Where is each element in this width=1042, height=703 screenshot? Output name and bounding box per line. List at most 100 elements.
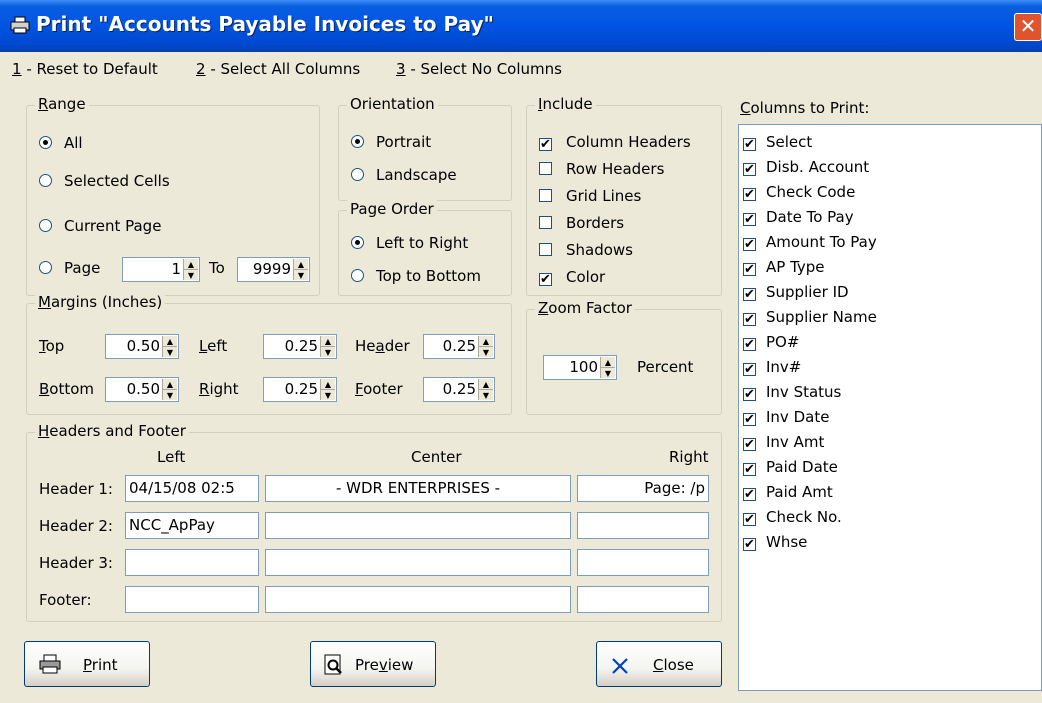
column-checkbox[interactable]: ✔ <box>743 213 756 226</box>
column-checkbox[interactable]: ✔ <box>743 363 756 376</box>
left-margin-spinner[interactable]: 0.25 ▲ ▼ <box>263 334 337 359</box>
range-all-option[interactable]: All <box>39 134 83 152</box>
landscape-option[interactable]: Landscape <box>351 166 457 184</box>
include-shadows[interactable]: Shadows <box>539 241 633 259</box>
list-item[interactable]: ✔ Inv Date <box>743 408 829 426</box>
radio-left-to-right[interactable] <box>351 236 364 249</box>
list-item[interactable]: ✔ PO# <box>743 333 799 351</box>
checkbox-shadows[interactable] <box>539 243 552 256</box>
radio-portrait[interactable] <box>351 135 364 148</box>
preview-button[interactable]: Preview <box>310 641 436 687</box>
spin-down-icon[interactable]: ▼ <box>321 347 335 358</box>
checkbox-grid-lines[interactable] <box>539 189 552 202</box>
column-checkbox[interactable]: ✔ <box>743 413 756 426</box>
include-borders[interactable]: Borders <box>539 214 624 232</box>
right-margin-spinner[interactable]: 0.25 ▲ ▼ <box>263 377 337 402</box>
radio-selected-cells[interactable] <box>39 174 52 187</box>
spin-up-icon[interactable]: ▲ <box>294 259 308 270</box>
menu-reset-to-default[interactable]: 1 - Reset to Default <box>12 60 158 78</box>
left-to-right-option[interactable]: Left to Right <box>351 234 468 252</box>
list-item[interactable]: ✔ Check Code <box>743 183 855 201</box>
list-item[interactable]: ✔ Paid Date <box>743 458 838 476</box>
list-item[interactable]: ✔ AP Type <box>743 258 825 276</box>
column-checkbox[interactable]: ✔ <box>743 313 756 326</box>
radio-top-to-bottom[interactable] <box>351 269 364 282</box>
column-checkbox[interactable]: ✔ <box>743 388 756 401</box>
footer-right-input[interactable] <box>577 586 709 613</box>
range-page-option[interactable]: Page <box>39 259 100 277</box>
close-window-button[interactable]: ✕ <box>1014 13 1042 41</box>
list-item[interactable]: ✔ Amount To Pay <box>743 233 877 251</box>
top-margin-spinner[interactable]: 0.50 ▲ ▼ <box>105 334 179 359</box>
spin-up-icon[interactable]: ▲ <box>479 336 493 347</box>
page-to-spinner[interactable]: 9999 ▲ ▼ <box>237 257 310 282</box>
radio-landscape[interactable] <box>351 168 364 181</box>
column-checkbox[interactable]: ✔ <box>743 138 756 151</box>
column-checkbox[interactable]: ✔ <box>743 263 756 276</box>
column-checkbox[interactable]: ✔ <box>743 288 756 301</box>
column-checkbox[interactable]: ✔ <box>743 238 756 251</box>
header-1-right-input[interactable]: Page: /p <box>577 475 709 502</box>
column-checkbox[interactable]: ✔ <box>743 163 756 176</box>
radio-current-page[interactable] <box>39 219 52 232</box>
header-margin-spinner[interactable]: 0.25 ▲ ▼ <box>423 334 495 359</box>
footer-center-input[interactable] <box>265 586 571 613</box>
print-button[interactable]: Print <box>24 641 150 687</box>
list-item[interactable]: ✔ Inv Status <box>743 383 841 401</box>
range-selected-cells-option[interactable]: Selected Cells <box>39 172 170 190</box>
spin-up-icon[interactable]: ▲ <box>163 379 177 390</box>
list-item[interactable]: ✔ Inv# <box>743 358 801 376</box>
checkbox-borders[interactable] <box>539 216 552 229</box>
checkbox-column-headers[interactable]: ✔ <box>539 138 552 151</box>
column-checkbox[interactable]: ✔ <box>743 513 756 526</box>
spin-down-icon[interactable]: ▼ <box>163 347 177 358</box>
header-1-left-input[interactable]: 04/15/08 02:5 <box>125 475 259 502</box>
list-item[interactable]: ✔ Check No. <box>743 508 842 526</box>
spin-up-icon[interactable]: ▲ <box>163 336 177 347</box>
footer-margin-spinner[interactable]: 0.25 ▲ ▼ <box>423 377 495 402</box>
include-row-headers[interactable]: Row Headers <box>539 160 664 178</box>
menu-select-all-columns[interactable]: 2 - Select All Columns <box>196 60 360 78</box>
spin-up-icon[interactable]: ▲ <box>321 336 335 347</box>
include-color[interactable]: ✔ Color <box>539 268 605 286</box>
list-item[interactable]: ✔ Date To Pay <box>743 208 854 226</box>
top-to-bottom-option[interactable]: Top to Bottom <box>351 267 481 285</box>
spin-down-icon[interactable]: ▼ <box>184 270 198 281</box>
page-from-spinner[interactable]: 1 ▲ ▼ <box>122 257 200 282</box>
header-3-right-input[interactable] <box>577 549 709 576</box>
footer-left-input[interactable] <box>125 586 259 613</box>
header-2-left-input[interactable]: NCC_ApPay <box>125 512 259 539</box>
spin-up-icon[interactable]: ▲ <box>321 379 335 390</box>
list-item[interactable]: ✔ Paid Amt <box>743 483 833 501</box>
spin-up-icon[interactable]: ▲ <box>601 357 615 368</box>
column-checkbox[interactable]: ✔ <box>743 488 756 501</box>
column-checkbox[interactable]: ✔ <box>743 538 756 551</box>
list-item[interactable]: ✔ Inv Amt <box>743 433 824 451</box>
checkbox-color[interactable]: ✔ <box>539 273 552 286</box>
list-item[interactable]: ✔ Whse <box>743 533 807 551</box>
radio-page[interactable] <box>39 261 52 274</box>
list-item[interactable]: ✔ Select <box>743 133 812 151</box>
columns-list[interactable]: ✔ Select ✔ Disb. Account ✔ Check Code ✔ Date… <box>738 124 1042 691</box>
spin-down-icon[interactable]: ▼ <box>163 390 177 401</box>
spin-up-icon[interactable]: ▲ <box>184 259 198 270</box>
list-item[interactable]: ✔ Disb. Account <box>743 158 869 176</box>
column-checkbox[interactable]: ✔ <box>743 188 756 201</box>
spin-down-icon[interactable]: ▼ <box>479 347 493 358</box>
column-checkbox[interactable]: ✔ <box>743 438 756 451</box>
checkbox-row-headers[interactable] <box>539 162 552 175</box>
column-checkbox[interactable]: ✔ <box>743 463 756 476</box>
header-3-center-input[interactable] <box>265 549 571 576</box>
spin-down-icon[interactable]: ▼ <box>601 368 615 379</box>
bottom-margin-spinner[interactable]: 0.50 ▲ ▼ <box>105 377 179 402</box>
spin-up-icon[interactable]: ▲ <box>479 379 493 390</box>
header-2-center-input[interactable] <box>265 512 571 539</box>
list-item[interactable]: ✔ Supplier ID <box>743 283 849 301</box>
close-button[interactable]: Close <box>596 641 722 687</box>
radio-all[interactable] <box>39 136 52 149</box>
header-3-left-input[interactable] <box>125 549 259 576</box>
menu-select-no-columns[interactable]: 3 - Select No Columns <box>396 60 562 78</box>
portrait-option[interactable]: Portrait <box>351 133 431 151</box>
zoom-spinner[interactable]: 100 ▲ ▼ <box>543 355 617 380</box>
spin-down-icon[interactable]: ▼ <box>479 390 493 401</box>
